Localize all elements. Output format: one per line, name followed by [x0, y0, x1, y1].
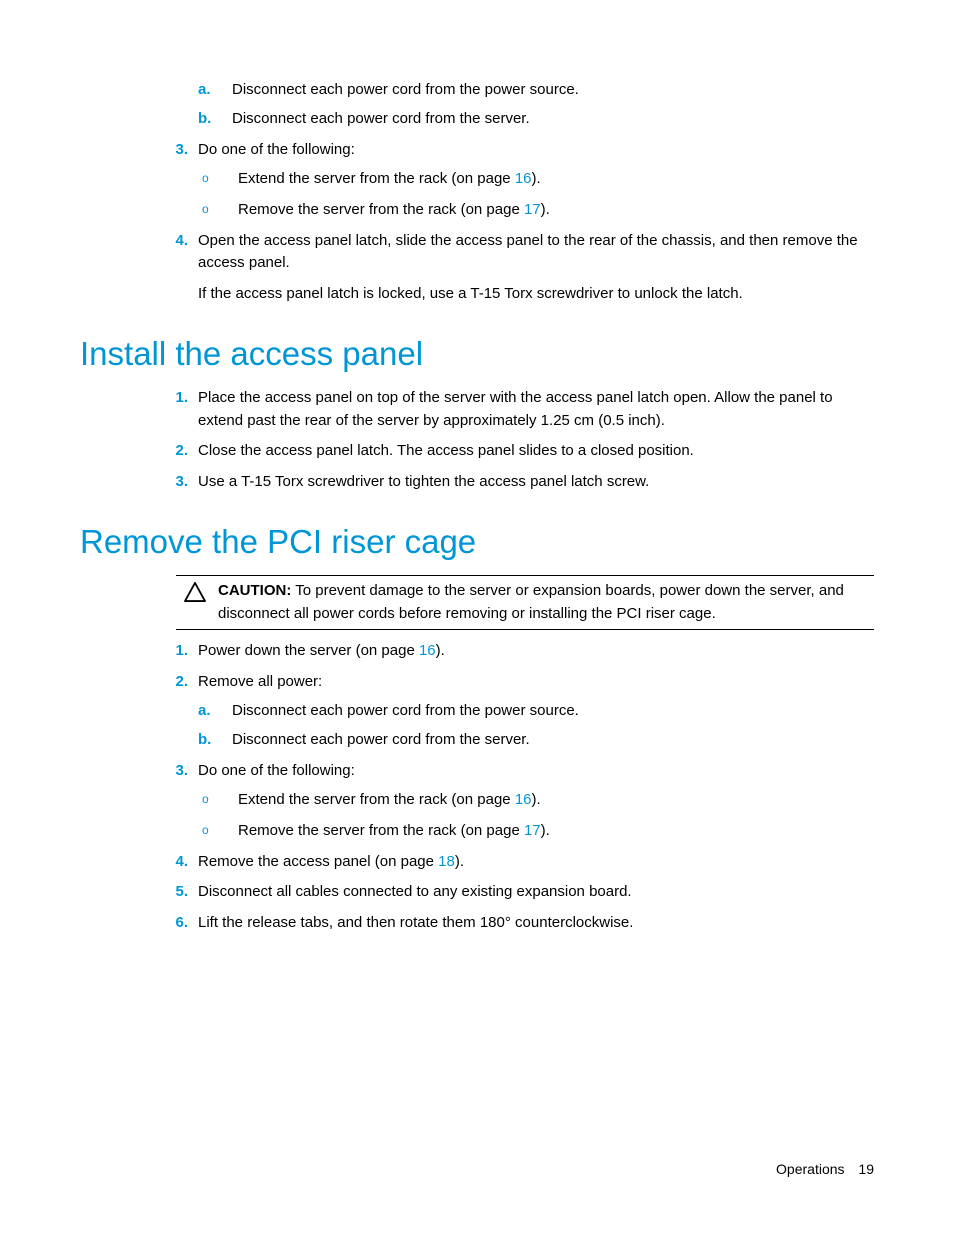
remove-step-1: 1. Power down the server (on page 16). — [176, 640, 874, 663]
page-link[interactable]: 17 — [524, 822, 541, 839]
choice-list: o Extend the server from the rack (on pa… — [198, 167, 874, 222]
choice-text-pre: Extend the server from the rack (on page — [238, 170, 515, 187]
footer-page-number: 19 — [858, 1161, 874, 1177]
heading-remove-pci-riser: Remove the PCI riser cage — [80, 523, 874, 561]
step-text: Remove all power: — [198, 673, 322, 690]
list-marker: a. — [198, 699, 220, 722]
install-step-2: 2. Close the access panel latch. The acc… — [176, 440, 874, 463]
remove-list: 1. Power down the server (on page 16). 2… — [176, 640, 874, 934]
substep-a: a. Disconnect each power cord from the p… — [198, 78, 874, 101]
step-text-post: ). — [455, 853, 464, 870]
choice-text-post: ). — [541, 201, 550, 218]
list-marker: b. — [198, 728, 220, 751]
step-text: Place the access panel on top of the ser… — [198, 389, 833, 429]
list-marker: 4. — [162, 230, 188, 253]
install-step-1: 1. Place the access panel on top of the … — [176, 387, 874, 432]
choice-text-pre: Remove the server from the rack (on page — [238, 822, 524, 839]
step-3: 3. Do one of the following: o Extend the… — [176, 139, 874, 222]
circle-bullet-icon: o — [202, 200, 209, 219]
substep-text: Disconnect each power cord from the powe… — [232, 81, 579, 98]
step-text: Close the access panel latch. The access… — [198, 442, 694, 459]
circle-bullet-icon: o — [202, 821, 209, 840]
remove-substep-list: a. Disconnect each power cord from the p… — [198, 699, 874, 752]
choice-remove: o Remove the server from the rack (on pa… — [198, 198, 874, 221]
caution-text: CAUTION: To prevent damage to the server… — [214, 580, 874, 625]
footer-section: Operations — [776, 1161, 844, 1177]
document-page: a. Disconnect each power cord from the p… — [0, 0, 954, 1235]
choice-text-post: ). — [541, 822, 550, 839]
remove-step-2: 2. Remove all power: a. Disconnect each … — [176, 671, 874, 752]
caution-label: CAUTION: — [218, 582, 291, 599]
step-text-pre: Power down the server (on page — [198, 642, 419, 659]
step-text: Disconnect all cables connected to any e… — [198, 883, 632, 900]
page-link[interactable]: 16 — [419, 642, 436, 659]
remove-choice-list: o Extend the server from the rack (on pa… — [198, 788, 874, 843]
remove-step-6: 6. Lift the release tabs, and then rotat… — [176, 912, 874, 935]
substep-text: Disconnect each power cord from the serv… — [232, 731, 530, 748]
choice-text-pre: Extend the server from the rack (on page — [238, 791, 515, 808]
substep-list: a. Disconnect each power cord from the p… — [198, 78, 874, 131]
install-step-3: 3. Use a T-15 Torx screwdriver to tighte… — [176, 471, 874, 494]
list-marker: 3. — [162, 760, 188, 783]
list-marker: 1. — [162, 387, 188, 410]
remove-step-3: 3. Do one of the following: o Extend the… — [176, 760, 874, 843]
page-footer: Operations 19 — [776, 1161, 874, 1177]
list-marker: 3. — [162, 139, 188, 162]
caution-block: CAUTION: To prevent damage to the server… — [176, 575, 874, 630]
list-marker: 2. — [162, 671, 188, 694]
step-note: If the access panel latch is locked, use… — [198, 283, 874, 306]
substep-b: b. Disconnect each power cord from the s… — [198, 107, 874, 130]
step-text-pre: Remove the access panel (on page — [198, 853, 438, 870]
step-4: 4. Open the access panel latch, slide th… — [176, 230, 874, 306]
step-text: Do one of the following: — [198, 762, 355, 779]
step-item: a. Disconnect each power cord from the p… — [176, 78, 874, 131]
page-link[interactable]: 18 — [438, 853, 455, 870]
circle-bullet-icon: o — [202, 790, 209, 809]
choice-text-post: ). — [532, 791, 541, 808]
page-link[interactable]: 16 — [515, 791, 532, 808]
choice-extend: o Extend the server from the rack (on pa… — [198, 167, 874, 190]
substep-text: Disconnect each power cord from the powe… — [232, 702, 579, 719]
list-marker: 5. — [162, 881, 188, 904]
page-link[interactable]: 17 — [524, 201, 541, 218]
remove-step-4: 4. Remove the access panel (on page 18). — [176, 851, 874, 874]
remove-substep-a: a. Disconnect each power cord from the p… — [198, 699, 874, 722]
list-marker: a. — [198, 78, 220, 101]
page-link[interactable]: 16 — [515, 170, 532, 187]
step-text: Use a T-15 Torx screwdriver to tighten t… — [198, 473, 649, 490]
circle-bullet-icon: o — [202, 169, 209, 188]
list-marker: b. — [198, 107, 220, 130]
list-marker: 1. — [162, 640, 188, 663]
step-text-post: ). — [436, 642, 445, 659]
list-marker: 6. — [162, 912, 188, 935]
remove-choice-extend: o Extend the server from the rack (on pa… — [198, 788, 874, 811]
step-text: Open the access panel latch, slide the a… — [198, 232, 858, 272]
install-list: 1. Place the access panel on top of the … — [176, 387, 874, 493]
step-text: Do one of the following: — [198, 141, 355, 158]
remove-choice-remove: o Remove the server from the rack (on pa… — [198, 819, 874, 842]
choice-text-pre: Remove the server from the rack (on page — [238, 201, 524, 218]
list-marker: 3. — [162, 471, 188, 494]
substep-text: Disconnect each power cord from the serv… — [232, 110, 530, 127]
step-text: Lift the release tabs, and then rotate t… — [198, 914, 633, 931]
remove-substep-b: b. Disconnect each power cord from the s… — [198, 728, 874, 751]
list-marker: 2. — [162, 440, 188, 463]
caution-body: To prevent damage to the server or expan… — [218, 582, 844, 622]
remove-step-5: 5. Disconnect all cables connected to an… — [176, 881, 874, 904]
list-marker: 4. — [162, 851, 188, 874]
heading-install-access-panel: Install the access panel — [80, 335, 874, 373]
top-continued-list: a. Disconnect each power cord from the p… — [176, 78, 874, 305]
caution-triangle-icon — [176, 580, 214, 625]
choice-text-post: ). — [532, 170, 541, 187]
